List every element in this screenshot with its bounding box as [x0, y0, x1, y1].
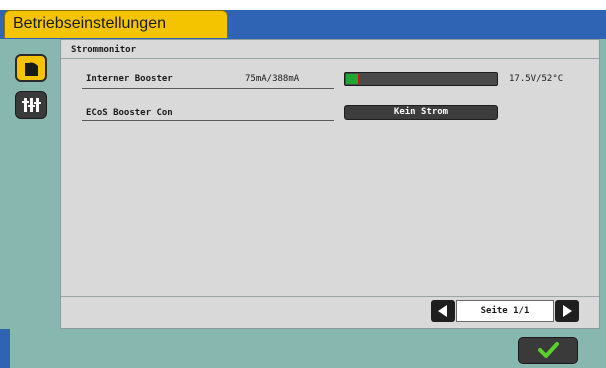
booster-1-load-fill [346, 74, 358, 84]
pager-divider [61, 296, 599, 297]
next-page-button[interactable] [555, 300, 579, 322]
page-indicator: Seite 1/1 [456, 300, 554, 322]
booster-2-underline [82, 120, 334, 121]
booster-1-load-bar [344, 72, 498, 86]
booster-2-status-button[interactable]: Kein Strom [344, 105, 498, 120]
tab-label: Betriebseinstellungen [13, 15, 166, 32]
sidebar-item-power-monitor[interactable] [15, 54, 47, 82]
footer-left-stripe [0, 329, 10, 368]
tab-betriebseinstellungen[interactable]: Betriebseinstellungen [4, 10, 228, 38]
booster-1-label: Interner Booster [86, 74, 173, 84]
checkmark-icon [538, 342, 559, 358]
section-divider [61, 58, 599, 59]
booster-1-current: 75mA/388mA [245, 74, 300, 84]
top-strip [0, 0, 606, 10]
section-title: Strommonitor [71, 45, 137, 55]
prev-page-button[interactable] [431, 300, 455, 322]
booster-1-underline [82, 88, 334, 89]
triangle-left-icon [438, 305, 447, 317]
triangle-right-icon [563, 305, 572, 317]
booster-2-label: ECoS Booster Con [86, 108, 173, 118]
frame-right [600, 39, 606, 368]
ok-button[interactable] [518, 337, 578, 364]
footer-bar [8, 329, 600, 368]
booster-1-load-marker [358, 74, 360, 84]
booster-1-status: 17.5V/52°C [509, 74, 564, 84]
power-monitor-icon [25, 62, 38, 76]
sliders-icon [22, 98, 41, 112]
sidebar-item-settings[interactable] [15, 91, 47, 119]
frame-left [0, 39, 8, 368]
